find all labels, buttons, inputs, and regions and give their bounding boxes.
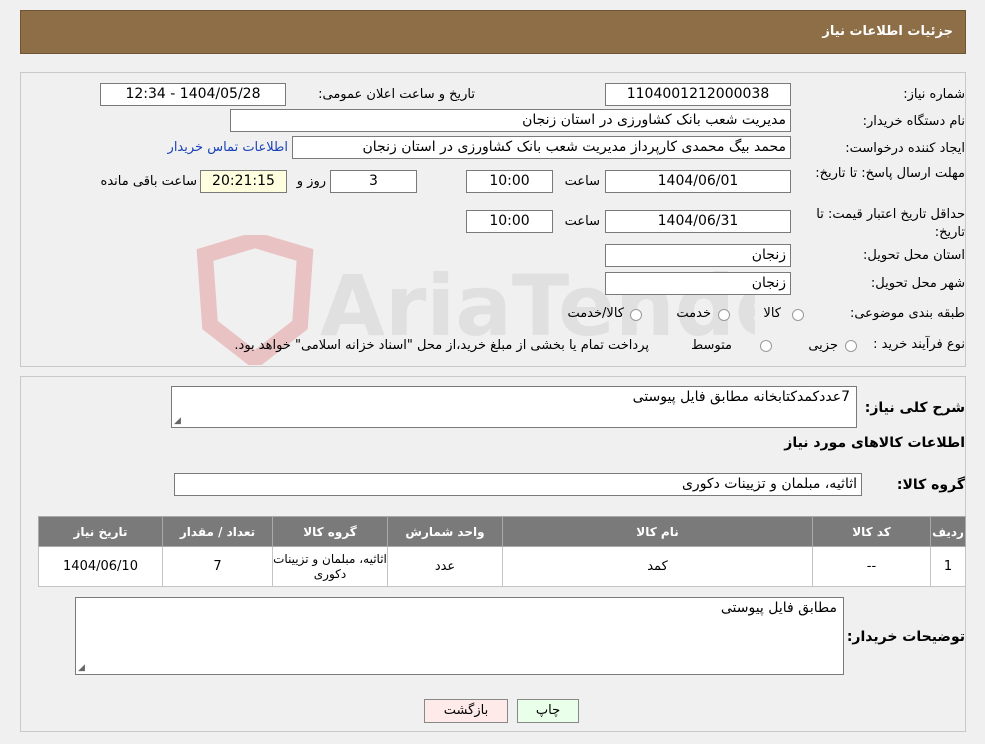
goods-group-label: گروه کالا: [896, 477, 965, 493]
resize-grip-icon[interactable]: ◢ [78, 663, 85, 673]
need-number-field: 1104001212000038 [605, 83, 791, 106]
cell-code: -- [812, 546, 931, 587]
province-label: استان محل تحویل: [863, 248, 965, 263]
col-code: کد کالا [812, 516, 931, 547]
col-unit: واحد شمارش [387, 516, 503, 547]
province-field: زنجان [605, 244, 791, 267]
need-number-label: شماره نیاز: [903, 87, 965, 102]
remaining-label: ساعت باقی مانده [100, 174, 197, 189]
days-field: 3 [330, 170, 417, 193]
validity-date-field: 1404/06/31 [605, 210, 791, 233]
back-button[interactable]: بازگشت [424, 699, 508, 723]
table-row: 1 -- کمد عدد اثاثیه، مبلمان و تزیینات دک… [38, 546, 966, 587]
buyer-notes-label: توضیحات خریدار: [846, 629, 965, 645]
creator-field: محمد بیگ محمدی کارپرداز مدیریت شعب بانک … [292, 136, 791, 159]
category-label: طبقه بندی موضوعی: [849, 306, 965, 321]
announce-label: تاریخ و ساعت اعلان عمومی: [318, 87, 475, 102]
process-radio-minor[interactable] [845, 340, 857, 352]
buyer-org-label: نام دستگاه خریدار: [862, 114, 965, 129]
cell-unit: عدد [387, 546, 503, 587]
col-group: گروه کالا [272, 516, 388, 547]
validity-label: حداقل تاریخ اعتبار قیمت: تا تاریخ: [816, 207, 965, 240]
desc-label: شرح کلی نیاز: [864, 400, 965, 416]
table-header-row: ردیف کد کالا نام کالا واحد شمارش گروه کا… [38, 516, 966, 547]
category-radio-goods[interactable] [792, 309, 804, 321]
col-qty: تعداد / مقدار [162, 516, 273, 547]
goods-table: ردیف کد کالا نام کالا واحد شمارش گروه کا… [38, 516, 966, 587]
cell-group: اثاثیه، مبلمان و تزیینات دکوری [272, 546, 388, 587]
buyer-org-field: مدیریت شعب بانک کشاورزی در استان زنجان [230, 109, 791, 132]
resize-grip-icon[interactable]: ◢ [174, 416, 181, 426]
page-header: جزئیات اطلاعات نیاز [20, 10, 966, 54]
process-option-minor: جزیی [808, 338, 838, 353]
category-option-both: کالا/خدمت [567, 306, 624, 321]
deadline-date-field: 1404/06/01 [605, 170, 791, 193]
goods-info-title: اطلاعات کالاهای مورد نیاز [784, 435, 965, 451]
category-radio-both[interactable] [630, 309, 642, 321]
buyer-contact-link[interactable]: اطلاعات تماس خریدار [168, 140, 288, 155]
validity-time-field: 10:00 [466, 210, 553, 233]
process-radio-medium[interactable] [760, 340, 772, 352]
validity-time-label: ساعت [564, 214, 600, 229]
city-field: زنجان [605, 272, 791, 295]
announce-field: 1404/05/28 - 12:34 [100, 83, 286, 106]
col-name: نام کالا [502, 516, 813, 547]
deadline-label: مهلت ارسال پاسخ: تا تاریخ: [815, 166, 965, 181]
buyer-notes-textarea[interactable]: مطابق فایل پیوستی ◢ [75, 597, 844, 675]
category-radio-service[interactable] [718, 309, 730, 321]
city-label: شهر محل تحویل: [870, 276, 965, 291]
process-note: پرداخت تمام یا بخشی از مبلغ خرید،از محل … [234, 338, 649, 353]
cell-date: 1404/06/10 [38, 546, 163, 587]
cell-qty: 7 [162, 546, 273, 587]
page-title: جزئیات اطلاعات نیاز [822, 24, 953, 39]
cell-name: کمد [502, 546, 813, 587]
category-option-goods: کالا [763, 306, 781, 321]
print-button[interactable]: چاپ [517, 699, 579, 723]
buyer-notes-value: مطابق فایل پیوستی [720, 600, 837, 616]
category-option-service: خدمت [676, 306, 711, 321]
remaining-time-field: 20:21:15 [200, 170, 287, 193]
goods-group-field: اثاثیه، مبلمان و تزیینات دکوری [174, 473, 862, 496]
desc-textarea[interactable]: 7عددکمدکتابخانه مطابق فایل پیوستی ◢ [171, 386, 857, 428]
desc-value: 7عددکمدکتابخانه مطابق فایل پیوستی [632, 389, 850, 405]
deadline-time-label: ساعت [564, 174, 600, 189]
creator-label: ایجاد کننده درخواست: [845, 141, 965, 156]
col-date: تاریخ نیاز [38, 516, 163, 547]
process-label: نوع فرآیند خرید : [873, 337, 965, 352]
process-option-medium: متوسط [691, 338, 732, 353]
days-label: روز و [296, 174, 326, 189]
col-row: ردیف [930, 516, 966, 547]
deadline-time-field: 10:00 [466, 170, 553, 193]
cell-row: 1 [930, 546, 966, 587]
